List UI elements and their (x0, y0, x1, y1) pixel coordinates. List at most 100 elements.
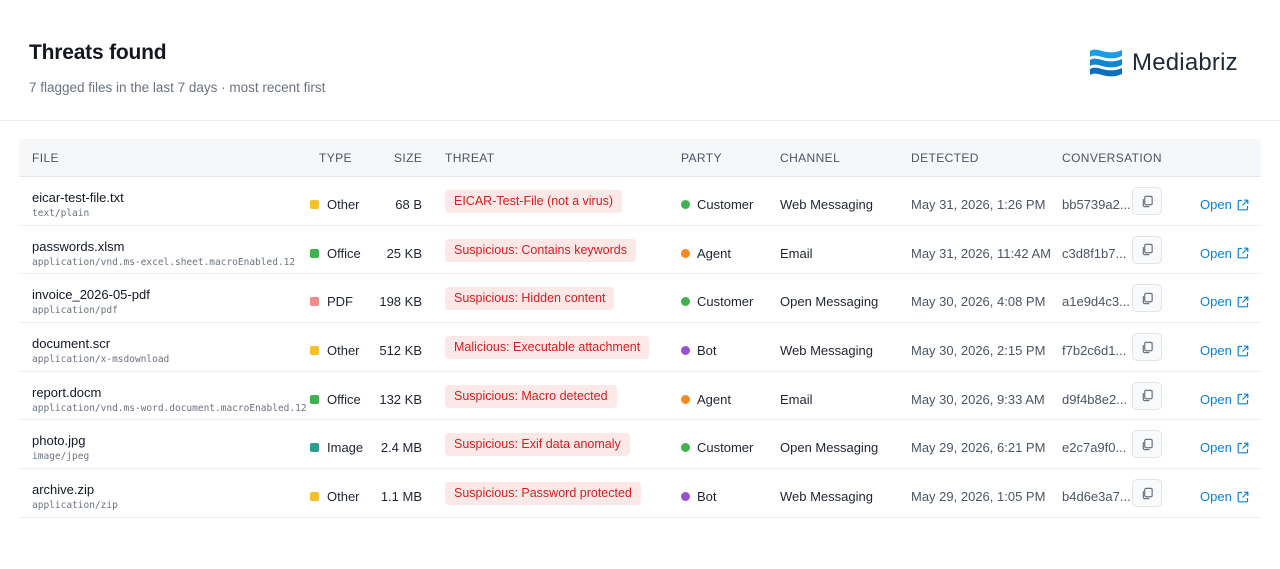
table-row: document.scr application/x-msdownload Ot… (19, 323, 1261, 372)
file-type: PDF (310, 294, 353, 309)
open-conversation-link[interactable]: Open (1200, 294, 1249, 309)
detected-time: May 31, 2026, 11:42 AM (911, 245, 1051, 261)
table-row: archive.zip application/zip Other 1.1 MB… (19, 469, 1261, 518)
conversation-id: a1e9d4c3... (1062, 294, 1130, 310)
party: Customer (681, 197, 753, 212)
party: Customer (681, 294, 753, 309)
copy-conversation-button[interactable] (1132, 381, 1162, 410)
open-conversation-link[interactable]: Open (1200, 489, 1249, 504)
column-header-conversation[interactable]: CONVERSATION (1062, 151, 1162, 165)
open-link-label: Open (1200, 245, 1232, 261)
open-conversation-link[interactable]: Open (1200, 246, 1249, 261)
threat-badge: EICAR-Test-File (not a virus) (445, 190, 623, 213)
party: Bot (681, 489, 717, 504)
table-row: photo.jpg image/jpeg Image 2.4 MB Suspic… (19, 420, 1261, 470)
file-type-label: Office (327, 391, 361, 407)
file-size: 2.4 MB (380, 440, 422, 456)
external-link-icon (1237, 296, 1249, 308)
threats-table: FILE TYPE SIZE THREAT PARTY CHANNEL DETE… (19, 139, 1261, 518)
party-label: Customer (697, 440, 754, 456)
party-label: Customer (697, 294, 754, 310)
party-status-dot (681, 492, 690, 502)
type-color-swatch (310, 297, 319, 307)
type-color-swatch (310, 492, 319, 502)
file-mime-type: application/pdf (32, 305, 118, 317)
file-mime-type: application/x-msdownload (32, 354, 170, 366)
channel: Web Messaging (780, 197, 873, 212)
file-name: passwords.xlsm (32, 238, 125, 254)
page-title: Threats found (29, 41, 167, 64)
file-size: 198 KB (379, 294, 422, 310)
page-subtitle: 7 flagged files in the last 7 days · mos… (29, 80, 326, 95)
copy-icon (1142, 195, 1153, 207)
copy-icon (1142, 292, 1153, 305)
conversation-id: bb5739a2... (1062, 197, 1131, 212)
table-row: report.docm application/vnd.ms-word.docu… (19, 372, 1261, 421)
party: Agent (681, 392, 731, 407)
open-conversation-link[interactable]: Open (1200, 392, 1249, 407)
column-header-file[interactable]: FILE (32, 151, 59, 165)
party-label: Bot (697, 343, 717, 359)
file-size: 1.1 MB (380, 489, 422, 505)
table-header: FILE TYPE SIZE THREAT PARTY CHANNEL DETE… (19, 139, 1261, 177)
copy-conversation-button[interactable] (1132, 430, 1162, 459)
type-color-swatch (310, 394, 319, 404)
file-type: Image (310, 440, 363, 455)
file-name: invoice_2026-05-pdf (32, 287, 150, 303)
copy-icon (1142, 243, 1153, 256)
column-header-type[interactable]: TYPE (319, 151, 352, 165)
copy-conversation-button[interactable] (1132, 235, 1162, 264)
detected-time: May 30, 2026, 9:33 AM (911, 391, 1045, 407)
party: Bot (681, 343, 717, 358)
type-color-swatch (310, 200, 319, 209)
file-name: archive.zip (32, 482, 95, 498)
file-type-label: Other (327, 489, 360, 505)
party-status-dot (681, 346, 690, 356)
open-conversation-link[interactable]: Open (1200, 343, 1249, 358)
open-link-label: Open (1200, 197, 1232, 212)
brand-name: Mediabriz (1132, 49, 1238, 76)
file-type-label: PDF (327, 294, 353, 310)
party-status-dot (681, 297, 690, 307)
type-color-swatch (310, 443, 319, 453)
party-status-dot (681, 443, 690, 453)
open-conversation-link[interactable]: Open (1200, 197, 1249, 212)
file-name: document.scr (32, 336, 111, 352)
channel: Web Messaging (780, 489, 873, 505)
conversation-id: b4d6e3a7... (1062, 489, 1131, 505)
file-type-label: Office (327, 245, 361, 261)
file-mime-type: application/vnd.ms-word.document.macroEn… (32, 402, 307, 414)
copy-conversation-button[interactable] (1132, 479, 1162, 508)
external-link-icon (1237, 491, 1249, 503)
conversation-id: c3d8f1b7... (1062, 245, 1127, 261)
file-mime-type: application/zip (32, 500, 118, 512)
copy-conversation-button[interactable] (1132, 187, 1162, 215)
column-header-threat[interactable]: THREAT (445, 151, 495, 165)
column-header-size[interactable]: SIZE (394, 151, 422, 165)
file-type-label: Other (327, 197, 360, 212)
detected-time: May 30, 2026, 2:15 PM (911, 343, 1046, 359)
open-link-label: Open (1200, 440, 1232, 456)
external-link-icon (1237, 442, 1249, 454)
external-link-icon (1237, 345, 1249, 356)
page-header: Threats found 7 flagged files in the las… (0, 0, 1280, 121)
conversation-id: d9f4b8e2... (1062, 391, 1128, 407)
copy-conversation-button[interactable] (1132, 284, 1162, 313)
column-header-channel[interactable]: CHANNEL (780, 151, 840, 165)
threat-badge: Malicious: Executable attachment (445, 336, 650, 360)
channel: Web Messaging (780, 343, 873, 359)
brand-logo: Mediabriz (1088, 44, 1238, 82)
threat-badge: Suspicious: Hidden content (445, 287, 615, 311)
copy-icon (1142, 390, 1153, 402)
table-row: eicar-test-file.txt text/plain Other 68 … (19, 177, 1261, 226)
channel: Email (780, 391, 813, 407)
column-header-detected[interactable]: DETECTED (911, 151, 979, 165)
table-row: invoice_2026-05-pdf application/pdf PDF … (19, 274, 1261, 324)
file-type: Other (310, 197, 360, 212)
file-type-label: Image (327, 440, 364, 456)
channel: Open Messaging (780, 294, 879, 310)
open-conversation-link[interactable]: Open (1200, 440, 1249, 455)
column-header-party[interactable]: PARTY (681, 151, 722, 165)
copy-conversation-button[interactable] (1132, 333, 1162, 362)
file-name: eicar-test-file.txt (32, 190, 124, 205)
